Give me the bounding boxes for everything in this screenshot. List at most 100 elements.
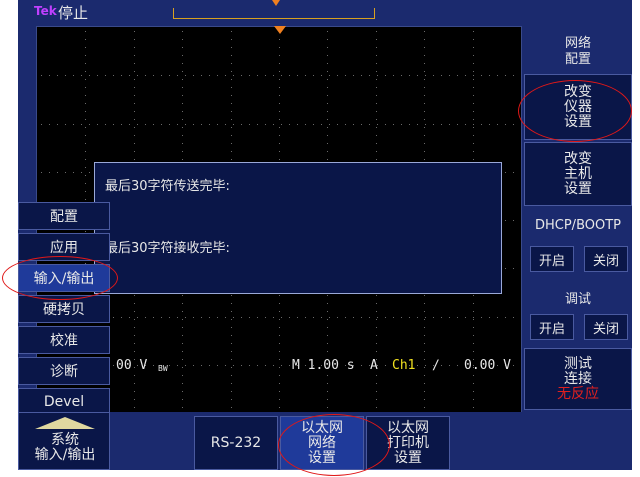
grid-dot [279, 391, 280, 392]
grid-dot [225, 365, 226, 366]
ethernet-printer-settings-button[interactable]: 以太网 打印机 设置 [366, 416, 450, 470]
trigger-slope-icon: ∕ [432, 358, 440, 373]
grid-dot [473, 407, 474, 408]
change-instrument-settings-button[interactable]: 改变 仪器 设置 [524, 74, 632, 140]
grid-dot [369, 75, 370, 76]
grid-dot [134, 119, 135, 120]
grid-dot [473, 391, 474, 392]
grid-dot [424, 351, 425, 352]
grid-dot [417, 365, 418, 366]
grid-dot [289, 365, 290, 366]
grid-dot [231, 375, 232, 376]
grid-dot [465, 75, 466, 76]
ethernet-network-settings-button[interactable]: 以太网 网络 设置 [280, 416, 364, 470]
oscilloscope-screen: Tek 停止 最后30字符传送完毕: 最后30字符接收完毕: 00 V BW M… [18, 0, 632, 470]
grid-dot [85, 31, 86, 32]
grid-dot [134, 103, 135, 104]
test-connection-status: 无反应 [557, 385, 599, 402]
debug-off-button[interactable]: 关闭 [584, 314, 628, 340]
grid-dot [279, 367, 280, 368]
grid-dot [279, 119, 280, 120]
debug-on-button[interactable]: 开启 [530, 314, 574, 340]
grid-dot [134, 319, 135, 320]
change-host-settings-button[interactable]: 改变 主机 设置 [524, 142, 632, 206]
grid-dot [231, 383, 232, 384]
grid-dot [231, 335, 232, 336]
grid-dot [182, 367, 183, 368]
grid-dot [473, 87, 474, 88]
grid-dot [182, 95, 183, 96]
grid-dot [481, 75, 482, 76]
grid-dot [376, 63, 377, 64]
menu-item-diagnostics[interactable]: 诊断 [18, 357, 110, 385]
grid-dot [327, 391, 328, 392]
grid-dot [231, 367, 232, 368]
grid-dot [473, 135, 474, 136]
grid-dot [409, 317, 410, 318]
grid-dot [134, 95, 135, 96]
grid-dot [134, 151, 135, 152]
grid-dot [473, 95, 474, 96]
grid-dot [329, 124, 330, 125]
grid-dot [121, 75, 122, 76]
grid-dot [441, 317, 442, 318]
grid-dot [449, 317, 450, 318]
grid-dot [327, 407, 328, 408]
grid-dot [182, 79, 183, 80]
grid-dot [424, 335, 425, 336]
grid-dot [376, 55, 377, 56]
grid-dot [279, 87, 280, 88]
grid-dot [513, 220, 514, 221]
grid-dot [231, 111, 232, 112]
grid-dot [134, 127, 135, 128]
grid-dot [424, 367, 425, 368]
test-connection-button[interactable]: 测试 连接 无反应 [524, 348, 632, 410]
grid-dot [424, 135, 425, 136]
grid-dot [473, 335, 474, 336]
grid-dot [481, 124, 482, 125]
grid-dot [134, 79, 135, 80]
grid-dot [85, 167, 86, 168]
grid-dot [134, 135, 135, 136]
grid-dot [457, 365, 458, 366]
grid-dot [337, 75, 338, 76]
grid-dot [473, 303, 474, 304]
grid-dot [353, 317, 354, 318]
grid-dot [376, 327, 377, 328]
menu-item-io[interactable]: 输入/输出 [18, 264, 110, 292]
dhcp-on-button[interactable]: 开启 [530, 246, 574, 272]
grid-dot [134, 39, 135, 40]
grid-dot [121, 317, 122, 318]
grid-dot [273, 75, 274, 76]
grid-dot [182, 127, 183, 128]
grid-dot [231, 303, 232, 304]
grid-dot [231, 319, 232, 320]
grid-dot [279, 335, 280, 336]
tek-logo: Tek [34, 4, 57, 18]
grid-dot [376, 391, 377, 392]
grid-dot [327, 319, 328, 320]
timebase-readout: M 1.00 s [292, 358, 355, 373]
menu-item-hardcopy[interactable]: 硬拷贝 [18, 295, 110, 323]
rs232-button[interactable]: RS-232 [194, 416, 278, 470]
network-config-title: 网络 配置 [564, 36, 591, 67]
menu-item-apps[interactable]: 应用 [18, 233, 110, 261]
grid-dot [231, 63, 232, 64]
grid-dot [231, 55, 232, 56]
grid-dot [424, 111, 425, 112]
grid-dot [185, 75, 186, 76]
grid-dot [113, 75, 114, 76]
grid-dot [97, 75, 98, 76]
system-io-button[interactable]: 系统 输入/输出 [18, 412, 110, 470]
dhcp-off-button[interactable]: 关闭 [584, 246, 628, 272]
grid-dot [231, 343, 232, 344]
menu-item-calibrate[interactable]: 校准 [18, 326, 110, 354]
grid-dot [233, 317, 234, 318]
grid-dot [473, 55, 474, 56]
menu-item-config[interactable]: 配置 [18, 202, 110, 230]
grid-dot [279, 127, 280, 128]
grid-dot [85, 191, 86, 192]
grid-dot [113, 317, 114, 318]
grid-dot [337, 317, 338, 318]
grid-dot [393, 317, 394, 318]
